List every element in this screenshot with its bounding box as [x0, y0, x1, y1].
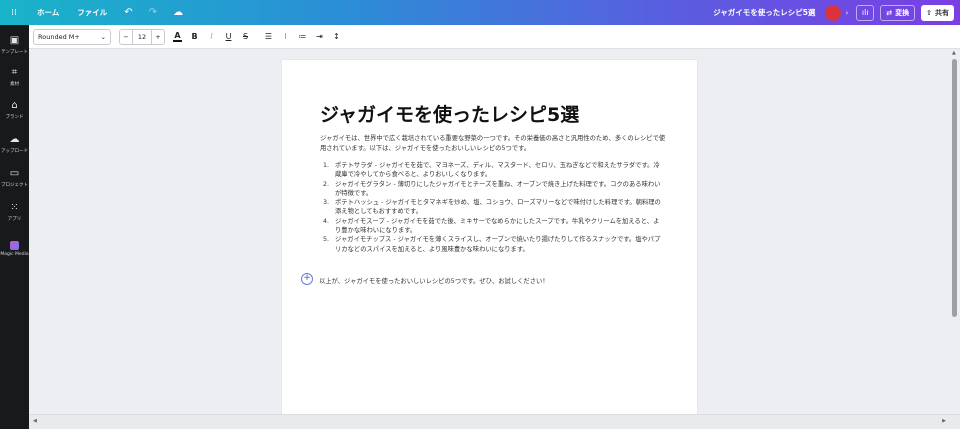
recipe-list[interactable]: 1. ポテトサラダ - ジャガイモを茹で、マヨネーズ、ディル、マスタード、セロリ、…	[323, 161, 663, 254]
home-link[interactable]: ホーム	[28, 7, 68, 18]
sidebar-item-label: 素材	[10, 82, 19, 87]
text-toolbar: Rounded M+ ⌄ − 12 + A B I U S ☰ ⁝ ≔ ⇥ ↕	[29, 25, 960, 49]
top-bar: ⁞⁞ ホーム ファイル ↶ ↷ ☁ ジャガイモを使ったレシピ5選 › ılı ⇄…	[0, 0, 960, 25]
vertical-scrollbar[interactable]: ▲	[950, 49, 960, 414]
cloud-save-icon[interactable]: ☁	[165, 7, 191, 18]
upload-icon: ☁	[9, 134, 20, 145]
list-item[interactable]: 1. ポテトサラダ - ジャガイモを茹で、マヨネーズ、ディル、マスタード、セロリ、…	[323, 161, 663, 180]
sidebar-item-label: テンプレート	[1, 50, 28, 55]
text-color-icon[interactable]: A	[173, 31, 182, 42]
list-item[interactable]: 2. ジャガイモグラタン - 薄切りにしたジャガイモとチーズを重ね、オーブンで焼き…	[323, 180, 663, 199]
file-menu[interactable]: ファイル	[68, 7, 116, 18]
sidebar-item-label: アプリ	[7, 217, 22, 222]
list-text: ポテトハッシュ - ジャガイモとタマネギを炒め、塩、コショウ、ローズマリーなどで…	[335, 199, 661, 216]
list-text: ジャガイモグラタン - 薄切りにしたジャガイモとチーズを重ね、オーブンで焼き上げ…	[335, 180, 661, 197]
font-size-stepper[interactable]: − 12 +	[119, 28, 165, 45]
underline-button[interactable]: U	[224, 32, 233, 41]
list-number: 4.	[323, 217, 330, 225]
list-item[interactable]: 4. ジャガイモスープ - ジャガイモを茹でた後、ミキサーでなめらかにしたスープで…	[323, 217, 663, 236]
sidebar-item-label: アップロード	[1, 149, 28, 154]
insights-icon[interactable]: ılı	[856, 4, 875, 21]
list-number: 1.	[323, 162, 330, 169]
convert-label: 変換	[895, 8, 910, 17]
design-page[interactable]: ジャガイモを使ったレシピ5選 ジャガイモは、世界中で広く栽培されている重要な野菜…	[282, 60, 697, 420]
scroll-right-icon[interactable]: ▶	[942, 418, 946, 424]
sidebar-item-brand[interactable]: ⌂ ブランド	[0, 100, 29, 120]
left-sidebar: ▣ テンプレート ⌗ 素材 ⌂ ブランド ☁ アップロード ▭ プロジェクト ⁙…	[0, 25, 29, 429]
align-left-icon[interactable]: ☰	[264, 32, 273, 41]
sidebar-item-uploads[interactable]: ☁ アップロード	[0, 134, 29, 154]
sidebar-item-label: Magic Media	[0, 252, 29, 257]
magic-media-icon	[10, 241, 19, 250]
outro-paragraph[interactable]: 以上が、ジャガイモを使ったおいしいレシピの5つです。ぜひ、お試しください！	[319, 276, 549, 285]
font-size-input[interactable]: 12	[132, 29, 152, 44]
font-size-increase-button[interactable]: +	[152, 33, 164, 41]
list-text: ジャガイモスープ - ジャガイモを茹でた後、ミキサーでなめらかにしたスープです。…	[335, 217, 660, 235]
horizontal-scrollbar[interactable]: ◀ ▶	[29, 414, 960, 429]
document-title[interactable]: ジャガイモを使ったレシピ5選	[320, 100, 579, 127]
line-spacing-icon[interactable]: ↕	[332, 32, 341, 41]
share-label: 共有	[935, 8, 949, 17]
sidebar-item-elements[interactable]: ⌗ 素材	[0, 67, 29, 87]
sidebar-item-magic-media[interactable]: Magic Media	[0, 241, 29, 257]
indent-icon[interactable]: ⇥	[315, 32, 324, 41]
list-number: 5.	[323, 236, 330, 244]
font-family-value: Rounded M+	[38, 32, 80, 41]
strikethrough-button[interactable]: S	[241, 32, 250, 41]
list-text: ポテトサラダ - ジャガイモを茹で、マヨネーズ、ディル、マスタード、セロリ、玉ね…	[335, 162, 660, 179]
vertical-scroll-thumb[interactable]	[952, 59, 957, 317]
share-icon: ⇧	[926, 8, 932, 17]
template-icon: ▣	[9, 35, 20, 46]
list-item[interactable]: 5. ジャガイモチップス - ジャガイモを薄くスライスし、オーブンで焼いたり揚げた…	[323, 235, 663, 254]
intro-paragraph[interactable]: ジャガイモは、世界中で広く栽培されている重要な野菜の一つです。その栄養価の高さと…	[320, 134, 666, 153]
chevron-down-icon[interactable]: ›	[845, 9, 848, 17]
menu-grid-icon[interactable]: ⁞⁞	[0, 0, 28, 25]
numbered-list-icon[interactable]: ≔	[298, 32, 307, 41]
convert-icon: ⇄	[886, 8, 893, 17]
sidebar-item-projects[interactable]: ▭ プロジェクト	[0, 168, 29, 188]
document-name[interactable]: ジャガイモを使ったレシピ5選	[713, 7, 815, 18]
bold-button[interactable]: B	[190, 32, 199, 41]
scroll-left-icon[interactable]: ◀	[33, 418, 37, 424]
sidebar-item-label: ブランド	[5, 115, 24, 120]
apps-icon: ⁙	[10, 202, 19, 213]
sidebar-item-label: プロジェクト	[1, 183, 28, 188]
brand-icon: ⌂	[11, 100, 18, 111]
sidebar-item-templates[interactable]: ▣ テンプレート	[0, 35, 29, 55]
bullet-list-icon[interactable]: ⁝	[281, 32, 290, 41]
font-size-decrease-button[interactable]: −	[120, 33, 132, 41]
scroll-up-icon[interactable]: ▲	[952, 50, 956, 56]
undo-icon[interactable]: ↶	[116, 7, 140, 18]
list-number: 2.	[323, 180, 330, 188]
italic-button[interactable]: I	[207, 32, 216, 41]
add-element-button[interactable]: +	[301, 273, 313, 285]
convert-button[interactable]: ⇄ 変換	[880, 4, 916, 21]
folder-icon: ▭	[9, 168, 20, 179]
elements-icon: ⌗	[11, 67, 18, 78]
redo-icon[interactable]: ↷	[141, 7, 165, 18]
list-text: ジャガイモチップス - ジャガイモを薄くスライスし、オーブンで焼いたり揚げたりし…	[335, 236, 661, 253]
share-button[interactable]: ⇧ 共有	[921, 4, 954, 21]
sidebar-item-apps[interactable]: ⁙ アプリ	[0, 202, 29, 222]
list-item[interactable]: 3. ポテトハッシュ - ジャガイモとタマネギを炒め、塩、コショウ、ローズマリーな…	[323, 198, 663, 217]
list-number: 3.	[323, 199, 330, 207]
chevron-down-icon: ⌄	[100, 32, 106, 41]
avatar[interactable]	[825, 4, 842, 21]
font-family-select[interactable]: Rounded M+ ⌄	[33, 28, 111, 45]
